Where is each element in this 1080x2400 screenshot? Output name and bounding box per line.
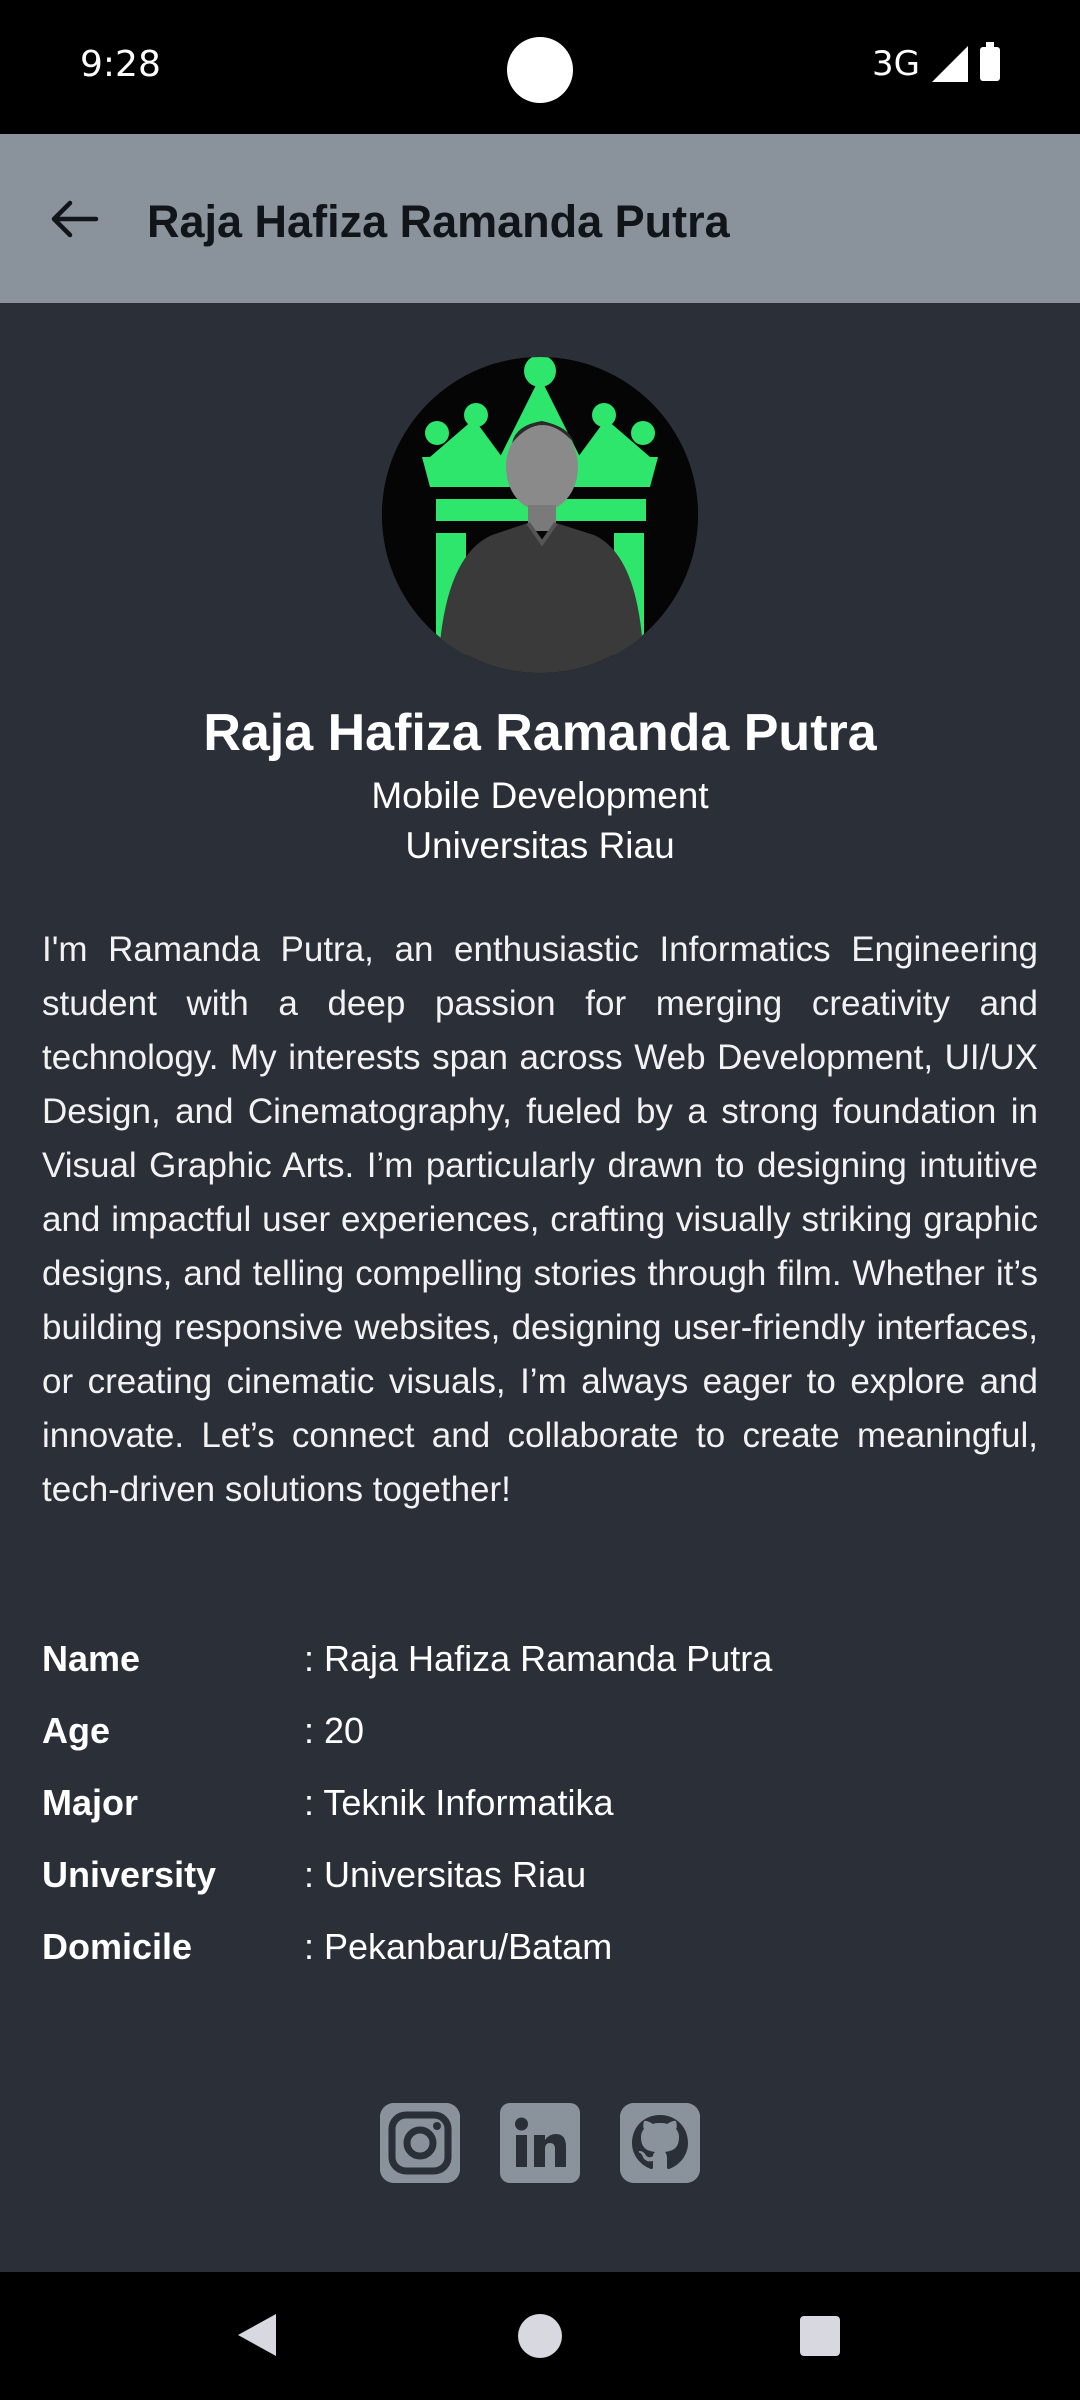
status-icons: 3G [872, 42, 1000, 84]
signal-icon [932, 46, 968, 82]
github-icon [620, 2103, 700, 2183]
arrow-left-icon [51, 200, 99, 238]
navigation-bar [0, 2272, 1080, 2400]
app-bar-title: Raja Hafiza Ramanda Putra [147, 196, 730, 247]
profile-bio: I'm Ramanda Putra, an enthusiastic Infor… [42, 930, 1038, 1509]
social-links [0, 2103, 1080, 2183]
detail-row-university: University : Universitas Riau [42, 1839, 1038, 1911]
profile-content: Raja Hafiza Ramanda Putra Mobile Develop… [0, 303, 1080, 2272]
linkedin-icon [500, 2103, 580, 2183]
detail-label: Age [42, 1710, 111, 1751]
profile-role: Mobile Development [371, 775, 709, 816]
github-button[interactable] [620, 2103, 700, 2183]
detail-value: : Pekanbaru/Batam [304, 1926, 613, 1967]
detail-value: : 20 [304, 1710, 365, 1751]
camera-cutout [507, 37, 573, 103]
app-bar: Raja Hafiza Ramanda Putra [0, 134, 1080, 303]
profile-university: Universitas Riau [405, 825, 675, 866]
detail-label: University [42, 1854, 217, 1895]
instagram-button[interactable] [380, 2103, 460, 2183]
status-time: 9:28 [80, 44, 161, 85]
avatar-photo [382, 357, 698, 673]
phone-screen: 9:28 3G Raja Hafiza Ramanda Putra Raja H… [0, 0, 1080, 2400]
detail-value: : Raja Hafiza Ramanda Putra [304, 1638, 773, 1679]
status-bar: 9:28 3G [0, 0, 1080, 134]
nav-home-icon[interactable] [518, 2314, 562, 2358]
nav-back-icon[interactable] [238, 2314, 276, 2356]
detail-value: : Teknik Informatika [304, 1782, 614, 1823]
detail-row-domicile: Domicile : Pekanbaru/Batam [42, 1911, 1038, 1983]
detail-label: Name [42, 1638, 141, 1679]
avatar [382, 357, 698, 673]
linkedin-button[interactable] [500, 2103, 580, 2183]
nav-recents-icon[interactable] [800, 2316, 840, 2356]
network-type: 3G [872, 44, 920, 84]
battery-icon [980, 42, 1000, 81]
detail-row-major: Major : Teknik Informatika [42, 1767, 1038, 1839]
details-list: Name : Raja Hafiza Ramanda Putra Age : 2… [42, 1623, 1038, 1983]
detail-value: : Universitas Riau [304, 1854, 587, 1895]
detail-row-name: Name : Raja Hafiza Ramanda Putra [42, 1623, 1038, 1695]
back-button[interactable] [40, 184, 110, 254]
detail-row-age: Age : 20 [42, 1695, 1038, 1767]
detail-label: Domicile [42, 1926, 193, 1967]
detail-label: Major [42, 1782, 139, 1823]
instagram-icon [380, 2103, 460, 2183]
profile-name: Raja Hafiza Ramanda Putra [203, 704, 877, 762]
